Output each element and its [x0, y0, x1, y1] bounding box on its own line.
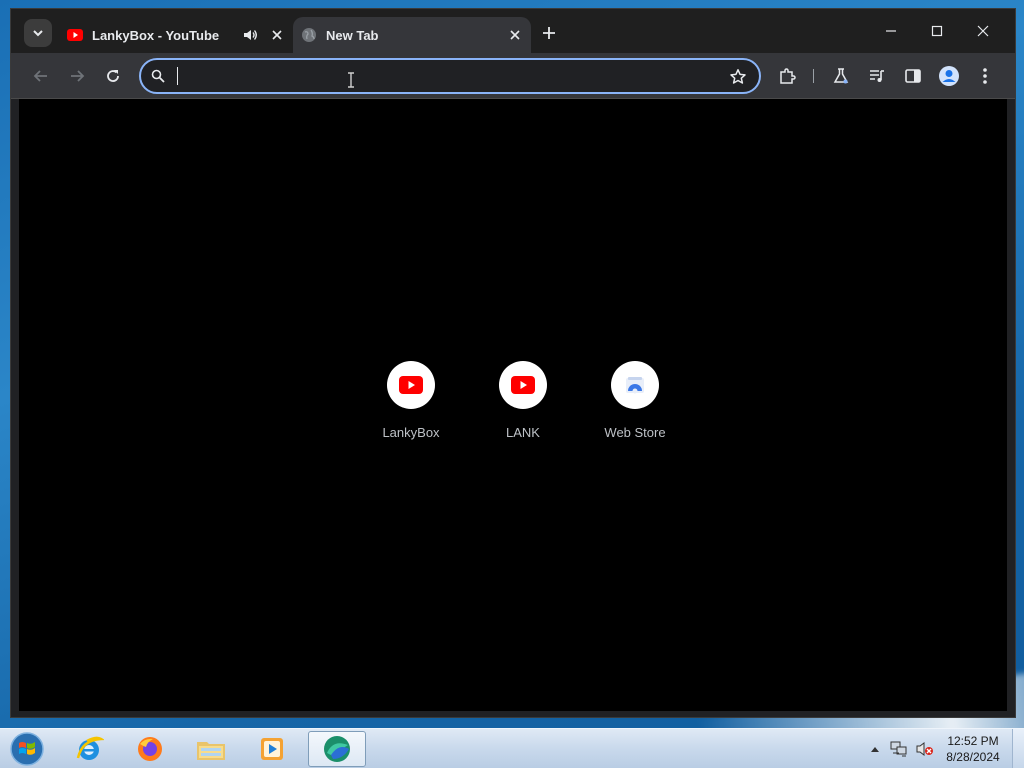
- shortcut-tile: [611, 361, 659, 409]
- taskbar-file-explorer[interactable]: [182, 731, 240, 767]
- windows-start-icon: [10, 732, 44, 766]
- media-player-icon: [261, 738, 283, 760]
- clock-time: 12:52 PM: [947, 734, 999, 748]
- taskbar-media-player[interactable]: [243, 731, 301, 767]
- reload-icon: [107, 70, 119, 82]
- plus-icon: [543, 27, 555, 39]
- browser-window: LankyBox - YouTube New Tab LankyBox LANK…: [10, 8, 1016, 718]
- web-store-icon: [626, 377, 644, 394]
- shortcut-tile: [387, 361, 435, 409]
- clock-date: 8/28/2024: [946, 750, 1000, 764]
- taskbar-firefox[interactable]: [121, 731, 179, 767]
- labs-button[interactable]: [829, 64, 853, 88]
- maximize-icon: [931, 25, 943, 37]
- tab-strip: LankyBox - YouTube New Tab: [11, 9, 1015, 53]
- show-desktop-button[interactable]: [1012, 729, 1024, 768]
- shortcut-web-store[interactable]: Web Store: [579, 361, 691, 457]
- close-icon: [510, 30, 520, 40]
- back-button[interactable]: [27, 62, 55, 90]
- network-tray-button[interactable]: [888, 737, 910, 761]
- toolbar-divider: [813, 69, 814, 83]
- text-caret: [177, 67, 178, 85]
- maximize-button[interactable]: [915, 17, 959, 45]
- close-window-button[interactable]: [961, 17, 1005, 45]
- start-button[interactable]: [8, 731, 46, 767]
- puzzle-icon: [780, 68, 796, 84]
- tab-title: LankyBox - YouTube: [92, 27, 220, 43]
- new-tab-page: LankyBox LANK Web Store: [19, 99, 1007, 711]
- side-panel-button[interactable]: [901, 64, 925, 88]
- network-icon: [890, 741, 907, 757]
- shortcut-label: LANK: [506, 425, 540, 440]
- show-hidden-icons-button[interactable]: [868, 737, 882, 761]
- address-bar[interactable]: [139, 58, 761, 94]
- browser-toolbar: [11, 53, 1015, 99]
- more-vertical-icon: [983, 68, 987, 84]
- taskbar-internet-explorer[interactable]: [60, 731, 118, 767]
- flask-icon: [833, 68, 849, 84]
- profile-button[interactable]: [937, 64, 961, 88]
- arrow-left-icon: [33, 70, 47, 82]
- globe-icon: [302, 28, 316, 42]
- shortcut-lankybox[interactable]: LankyBox: [355, 361, 467, 457]
- speaker-muted-icon: [916, 742, 933, 756]
- tab-search-button[interactable]: [24, 19, 52, 47]
- queue-music-icon: [870, 70, 884, 82]
- forward-button[interactable]: [63, 62, 91, 90]
- shortcut-label: Web Store: [604, 425, 666, 440]
- close-tab-button[interactable]: [507, 27, 523, 43]
- tab-lankybox-youtube[interactable]: LankyBox - YouTube: [59, 17, 293, 53]
- speaker-icon[interactable]: [241, 26, 259, 44]
- internet-explorer-icon: [76, 736, 104, 760]
- close-icon: [977, 25, 989, 37]
- new-tab-button[interactable]: [539, 23, 559, 43]
- file-explorer-icon: [197, 742, 225, 760]
- taskbar: 12:52 PM 8/28/2024: [0, 728, 1024, 768]
- arrow-right-icon: [71, 70, 85, 82]
- menu-button[interactable]: [973, 64, 997, 88]
- chevron-down-icon: [33, 30, 43, 37]
- avatar-icon: [939, 66, 959, 86]
- chevron-up-icon: [871, 747, 879, 752]
- reload-button[interactable]: [99, 62, 127, 90]
- media-controls-button[interactable]: [865, 64, 889, 88]
- shortcut-lank[interactable]: LANK: [467, 361, 579, 457]
- text-cursor-icon: [348, 72, 354, 88]
- youtube-icon: [511, 376, 535, 394]
- bookmark-star-icon[interactable]: [729, 68, 747, 86]
- close-icon: [272, 30, 282, 40]
- shortcut-tile: [499, 361, 547, 409]
- youtube-icon: [67, 29, 83, 41]
- browser-app-icon: [324, 736, 350, 762]
- tab-new-tab[interactable]: New Tab: [293, 17, 531, 53]
- youtube-icon: [399, 376, 423, 394]
- shortcut-label: LankyBox: [382, 425, 440, 440]
- address-input[interactable]: [175, 66, 715, 86]
- tab-title: New Tab: [326, 27, 379, 43]
- volume-tray-button[interactable]: [914, 737, 936, 761]
- taskbar-clock[interactable]: 12:52 PM 8/28/2024: [938, 733, 1008, 767]
- minimize-icon: [886, 30, 896, 32]
- close-tab-button[interactable]: [269, 27, 285, 43]
- extensions-button[interactable]: [775, 64, 799, 88]
- search-icon: [151, 69, 165, 83]
- side-panel-icon: [905, 69, 921, 83]
- taskbar-browser[interactable]: [308, 731, 366, 767]
- firefox-icon: [138, 737, 162, 761]
- minimize-button[interactable]: [869, 17, 913, 45]
